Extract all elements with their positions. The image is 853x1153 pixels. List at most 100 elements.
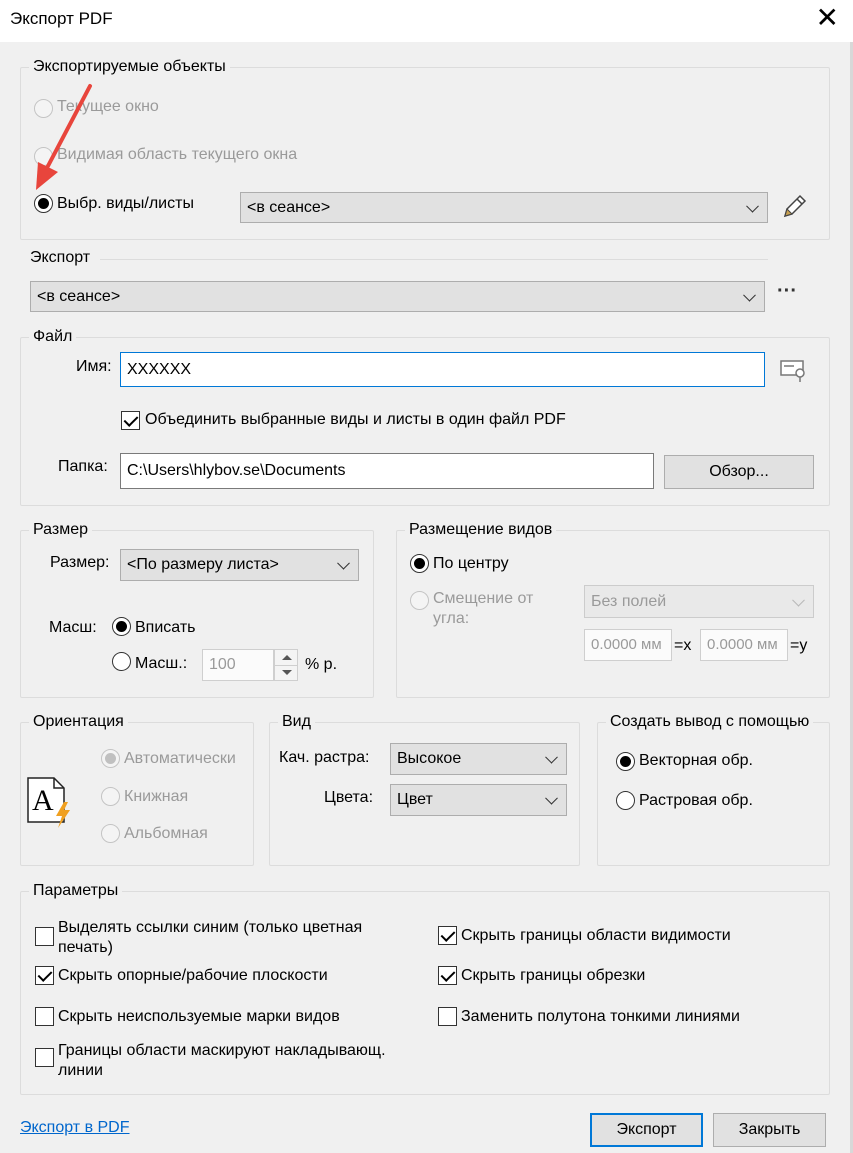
portrait-label: Книжная <box>124 788 189 805</box>
export-button-label: Экспорт <box>616 1121 677 1138</box>
fit-radio[interactable] <box>112 617 131 636</box>
center-radio[interactable] <box>410 554 429 573</box>
zoom-radio[interactable] <box>112 652 131 671</box>
replace-halftone-checkbox[interactable] <box>438 1007 457 1026</box>
offset-y-value: 0.0000 мм <box>707 636 778 653</box>
mask-lines-checkbox[interactable] <box>35 1048 54 1067</box>
replace-halftone-label: Заменить полутона тонкими линиями <box>461 1008 740 1025</box>
export-setup-label: Экспорт <box>30 249 91 266</box>
raster-quality-value: Высокое <box>397 750 462 767</box>
offset-radio[interactable] <box>410 591 429 610</box>
pencil-icon[interactable] <box>780 193 808 221</box>
colors-label: Цвета: <box>324 789 374 806</box>
folder-value: C:\Users\hlybov.se\Documents <box>127 462 346 479</box>
output-group: Создать вывод с помощью <box>597 713 830 866</box>
placement-legend: Размещение видов <box>409 521 553 538</box>
zoom-input[interactable]: 100 <box>202 649 274 681</box>
percent-label: % р. <box>305 656 338 673</box>
close-button-label: Закрыть <box>738 1121 801 1138</box>
center-label: По центру <box>433 555 509 572</box>
folder-input[interactable]: C:\Users\hlybov.se\Documents <box>120 453 654 489</box>
offset-x-suffix: =x <box>674 637 692 654</box>
landscape-radio[interactable] <box>101 824 120 843</box>
auto-orientation-label: Автоматически <box>124 750 236 767</box>
orientation-legend: Ориентация <box>33 713 124 730</box>
chevron-down-icon <box>743 288 756 302</box>
selected-views-radio[interactable] <box>34 194 53 213</box>
file-legend: Файл <box>33 328 73 345</box>
raster-processing-radio[interactable] <box>616 791 635 810</box>
margin-dropdown[interactable]: Без полей <box>584 585 814 618</box>
raster-quality-dropdown[interactable]: Высокое <box>390 743 567 775</box>
offset-x-input[interactable]: 0.0000 мм <box>584 629 672 661</box>
chevron-up-icon[interactable] <box>282 655 292 660</box>
selection-dropdown[interactable]: <в сеансе> <box>240 192 768 223</box>
offset-y-input[interactable]: 0.0000 мм <box>700 629 788 661</box>
mask-lines-label: Границы области маскируют накладывающ. <box>58 1042 386 1059</box>
chevron-down-icon <box>545 750 558 764</box>
more-options-icon[interactable]: ··· <box>777 280 797 303</box>
selected-views-label: Выбр. виды/листы <box>57 195 194 212</box>
size-label: Размер: <box>50 554 110 571</box>
mask-lines-label-line2: линии <box>58 1062 103 1079</box>
divider <box>100 259 768 260</box>
chevron-down-icon <box>545 791 558 805</box>
naming-rule-icon[interactable] <box>779 357 809 383</box>
parameters-group: Параметры <box>20 882 830 1095</box>
divider <box>275 665 297 666</box>
file-name-input[interactable]: XXXXXX <box>120 352 765 387</box>
offset-label-line2: угла: <box>433 610 470 627</box>
view-legend: Вид <box>282 713 311 730</box>
export-button[interactable]: Экспорт <box>590 1113 703 1147</box>
fit-label: Вписать <box>135 619 196 636</box>
offset-label: Смещение от <box>433 590 534 607</box>
colors-value: Цвет <box>397 791 433 808</box>
portrait-radio[interactable] <box>101 787 120 806</box>
chevron-down-icon <box>337 556 350 570</box>
vector-processing-radio[interactable] <box>616 752 635 771</box>
size-legend: Размер <box>33 521 88 538</box>
close-button[interactable]: Закрыть <box>713 1113 826 1147</box>
name-label: Имя: <box>76 358 112 375</box>
paper-size-value: <По размеру листа> <box>127 556 279 573</box>
chevron-down-icon[interactable] <box>282 670 292 675</box>
offset-y-suffix: =y <box>790 637 808 654</box>
help-link[interactable]: Экспорт в PDF <box>20 1119 130 1137</box>
combine-files-label: Объединить выбранные виды и листы в один… <box>145 411 566 428</box>
hide-crop-boundaries-label: Скрыть границы обрезки <box>461 967 646 984</box>
paper-size-dropdown[interactable]: <По размеру листа> <box>120 549 359 581</box>
raster-quality-label: Кач. растра: <box>279 749 370 766</box>
hide-ref-planes-label: Скрыть опорные/рабочие плоскости <box>58 967 328 984</box>
parameters-legend: Параметры <box>33 882 119 899</box>
hide-ref-planes-checkbox[interactable] <box>35 966 54 985</box>
blue-links-label: Выделять ссылки синим (только цветная <box>58 919 363 936</box>
scale-label: Масш: <box>49 619 97 636</box>
colors-dropdown[interactable]: Цвет <box>390 784 567 816</box>
hide-unused-tags-label: Скрыть неиспользуемые марки видов <box>58 1008 340 1025</box>
zoom-label: Масш.: <box>135 655 188 672</box>
zoom-stepper[interactable] <box>274 649 298 681</box>
close-icon[interactable]: ✕ <box>816 4 839 32</box>
landscape-label: Альбомная <box>124 825 208 842</box>
file-name-value: XXXXXX <box>127 361 192 378</box>
window-title: Экспорт PDF <box>10 9 113 28</box>
combine-files-checkbox[interactable] <box>121 411 140 430</box>
blue-links-checkbox[interactable] <box>35 927 54 946</box>
hide-crop-boundaries-checkbox[interactable] <box>438 966 457 985</box>
vector-processing-label: Векторная обр. <box>639 752 753 769</box>
zoom-value: 100 <box>209 656 236 673</box>
browse-button-label: Обзор... <box>709 463 769 480</box>
export-setup-value: <в сеансе> <box>37 288 121 305</box>
hide-unused-tags-checkbox[interactable] <box>35 1007 54 1026</box>
hide-scope-boxes-checkbox[interactable] <box>438 926 457 945</box>
auto-orientation-radio[interactable] <box>101 749 120 768</box>
exported-objects-legend: Экспортируемые объекты <box>33 58 226 75</box>
browse-button[interactable]: Обзор... <box>664 455 814 489</box>
blue-links-label-line2: печать) <box>58 939 113 956</box>
export-setup-dropdown[interactable]: <в сеансе> <box>30 281 765 312</box>
margin-value: Без полей <box>591 593 667 610</box>
hide-scope-boxes-label: Скрыть границы области видимости <box>461 927 731 944</box>
chevron-down-icon <box>792 593 805 607</box>
output-legend: Создать вывод с помощью <box>610 713 810 730</box>
folder-label: Папка: <box>58 458 108 475</box>
